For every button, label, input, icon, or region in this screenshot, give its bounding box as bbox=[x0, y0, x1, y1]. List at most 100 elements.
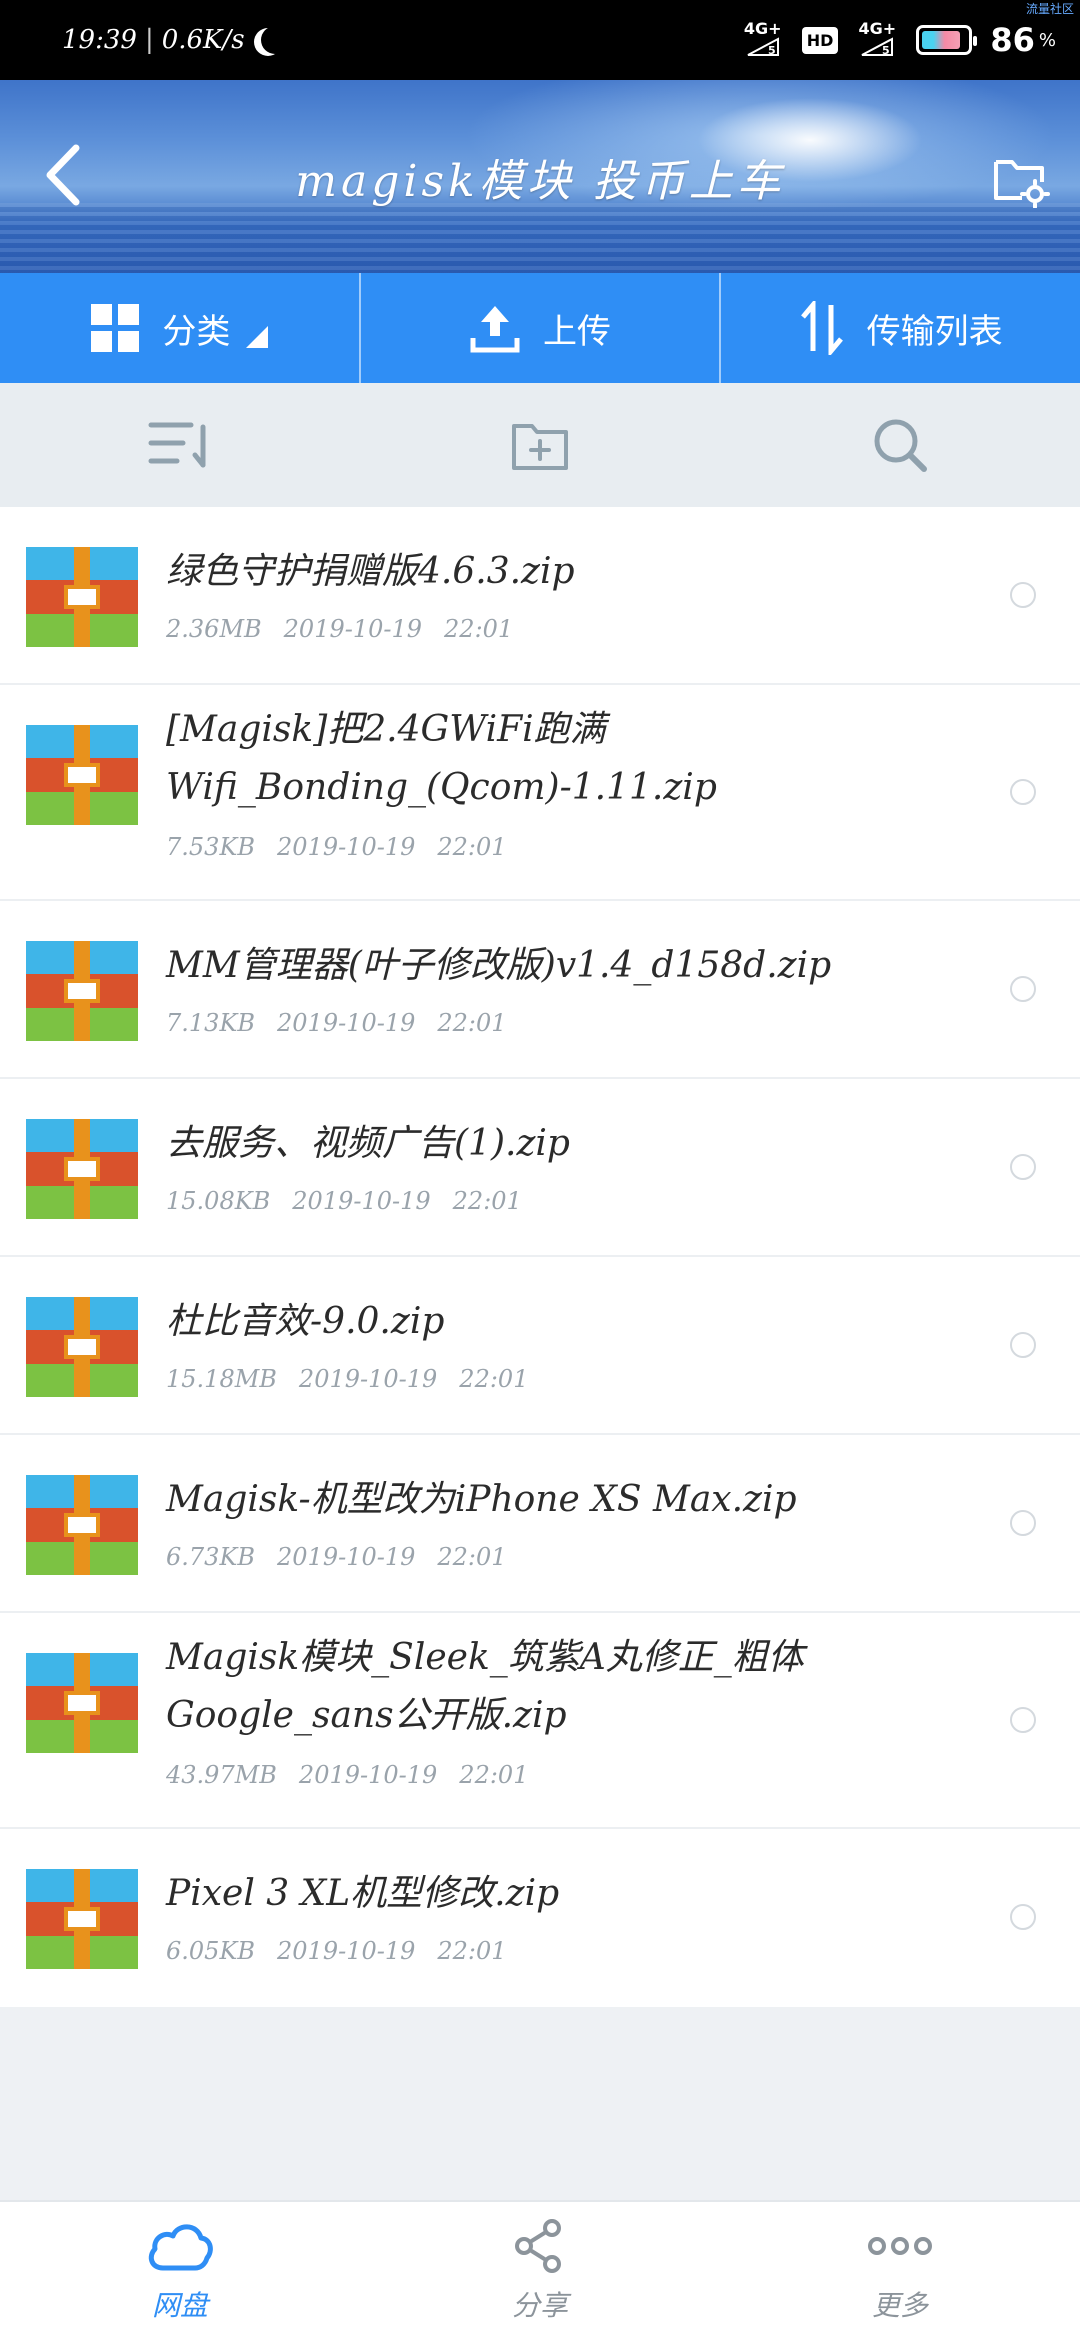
file-time: 22:01 bbox=[459, 1365, 529, 1393]
list-item[interactable]: Pixel 3 XL机型修改.zip 6.05KB 2019-10-19 22:… bbox=[0, 1829, 1080, 2007]
select-radio[interactable] bbox=[1010, 1332, 1036, 1358]
file-time: 22:01 bbox=[437, 1009, 507, 1037]
new-folder-button[interactable] bbox=[360, 383, 720, 507]
file-size: 7.53KB bbox=[166, 833, 256, 861]
corner-watermark: 流量社区 bbox=[1025, 2, 1074, 16]
signal-bars-icon-2: 5 bbox=[861, 36, 894, 57]
file-meta: 7.13KB 2019-10-19 22:01 bbox=[166, 1009, 507, 1037]
signal-4g-icon-2: 4G+ 5 bbox=[856, 18, 898, 60]
category-button[interactable]: 分类 bbox=[0, 273, 359, 383]
zip-archive-icon bbox=[26, 725, 138, 825]
zip-archive-icon bbox=[26, 1119, 138, 1219]
sort-icon bbox=[148, 422, 206, 468]
sort-button[interactable] bbox=[0, 383, 360, 507]
file-size: 15.18MB bbox=[166, 1365, 277, 1393]
file-time: 22:01 bbox=[452, 1187, 522, 1215]
status-time: 19:39 bbox=[62, 25, 137, 55]
file-time: 22:01 bbox=[459, 1761, 529, 1789]
list-item[interactable]: MM管理器(叶子修改版)v1.4_d158d.zip 7.13KB 2019-1… bbox=[0, 901, 1080, 1079]
status-bar: 19:39 | 0.6K/s 4G+ 5 HD 4G+ 5 86 % 流量社区 bbox=[0, 0, 1080, 80]
zip-archive-icon bbox=[26, 1297, 138, 1397]
search-icon bbox=[874, 419, 927, 472]
file-name: [Magisk]把2.4GWiFi跑满Wifi_Bonding_(Qcom)-1… bbox=[166, 709, 717, 808]
folder-settings-icon bbox=[994, 160, 1050, 209]
file-size: 2.36MB bbox=[166, 615, 262, 643]
file-name: Pixel 3 XL机型修改.zip bbox=[166, 1873, 560, 1914]
file-meta: 43.97MB 2019-10-19 22:01 bbox=[166, 1761, 528, 1789]
nav-item-cloud[interactable]: 网盘 bbox=[0, 2202, 360, 2340]
battery-level bbox=[922, 31, 961, 49]
bottom-nav: 网盘 分享 更多 bbox=[0, 2200, 1080, 2340]
file-name: MM管理器(叶子修改版)v1.4_d158d.zip bbox=[166, 945, 832, 986]
file-meta: 6.73KB 2019-10-19 22:01 bbox=[166, 1543, 507, 1571]
file-meta: 7.53KB 2019-10-19 22:01 bbox=[166, 833, 507, 861]
list-item[interactable]: Magisk模块_Sleek_筑紫A丸修正_粗体Google_sans公开版.z… bbox=[0, 1613, 1080, 1829]
cloud-icon bbox=[148, 2224, 213, 2271]
select-radio[interactable] bbox=[1010, 1510, 1036, 1536]
battery-percent-sign: % bbox=[1038, 29, 1056, 51]
file-date: 2019-10-19 bbox=[277, 1543, 416, 1571]
signal-bars-icon: 5 bbox=[747, 36, 779, 57]
select-radio[interactable] bbox=[1010, 1154, 1036, 1180]
list-item[interactable]: [Magisk]把2.4GWiFi跑满Wifi_Bonding_(Qcom)-1… bbox=[0, 685, 1080, 901]
nav-item-more[interactable]: 更多 bbox=[720, 2202, 1080, 2340]
header: magisk模块 投币上车 bbox=[0, 80, 1080, 273]
svg-text:5: 5 bbox=[768, 44, 776, 57]
signal-4g-label: 4G+ bbox=[743, 18, 782, 38]
zip-archive-icon bbox=[26, 1475, 138, 1575]
folder-settings-button[interactable] bbox=[990, 148, 1050, 209]
file-name: 去服务、视频广告(1).zip bbox=[166, 1123, 570, 1164]
file-meta: 2.36MB 2019-10-19 22:01 bbox=[166, 615, 513, 643]
file-size: 7.13KB bbox=[166, 1009, 256, 1037]
action-bar: 分类 上传 传输列表 bbox=[0, 273, 1080, 383]
file-list: 绿色守护捐赠版4.6.3.zip 2.36MB 2019-10-19 22:01… bbox=[0, 507, 1080, 2007]
nav-label-more: 更多 bbox=[871, 2289, 928, 2322]
list-item[interactable]: 绿色守护捐赠版4.6.3.zip 2.36MB 2019-10-19 22:01 bbox=[0, 507, 1080, 685]
file-meta: 6.05KB 2019-10-19 22:01 bbox=[166, 1937, 507, 1965]
dropdown-triangle-icon bbox=[246, 326, 269, 348]
file-time: 22:01 bbox=[437, 1543, 507, 1571]
file-name: Magisk-机型改为iPhone XS Max.zip bbox=[166, 1479, 797, 1520]
signal-4g-icon: 4G+ 5 bbox=[742, 18, 784, 60]
select-radio[interactable] bbox=[1010, 1904, 1036, 1930]
signal-4g-label-2: 4G+ bbox=[858, 18, 897, 38]
file-name: Magisk模块_Sleek_筑紫A丸修正_粗体Google_sans公开版.z… bbox=[166, 1637, 804, 1736]
page-title: magisk模块 投币上车 bbox=[295, 155, 785, 207]
select-radio[interactable] bbox=[1010, 1707, 1036, 1733]
status-right: 4G+ 5 HD 4G+ 5 86 % bbox=[742, 0, 1056, 80]
file-size: 6.73KB bbox=[166, 1543, 256, 1571]
file-meta: 15.18MB 2019-10-19 22:01 bbox=[166, 1365, 528, 1393]
file-date: 2019-10-19 bbox=[277, 1009, 416, 1037]
select-radio[interactable] bbox=[1010, 582, 1036, 608]
file-date: 2019-10-19 bbox=[298, 1761, 438, 1789]
nav-item-share[interactable]: 分享 bbox=[360, 2202, 720, 2340]
search-button[interactable] bbox=[720, 383, 1080, 507]
file-date: 2019-10-19 bbox=[277, 833, 416, 861]
file-name: 绿色守护捐赠版4.6.3.zip bbox=[166, 551, 575, 592]
zip-archive-icon bbox=[26, 1869, 138, 1969]
upload-button[interactable]: 上传 bbox=[358, 273, 720, 383]
file-date: 2019-10-19 bbox=[298, 1365, 438, 1393]
zip-archive-icon bbox=[26, 941, 138, 1041]
status-network-speed: 0.6K/s bbox=[161, 25, 245, 55]
grid-icon bbox=[91, 304, 140, 352]
status-left: 19:39 | 0.6K/s bbox=[62, 0, 281, 80]
transfer-list-label: 传输列表 bbox=[866, 311, 1003, 352]
file-time: 22:01 bbox=[444, 615, 514, 643]
list-item[interactable]: 杜比音效-9.0.zip 15.18MB 2019-10-19 22:01 bbox=[0, 1257, 1080, 1435]
file-size: 15.08KB bbox=[166, 1187, 271, 1215]
file-date: 2019-10-19 bbox=[277, 1937, 416, 1965]
share-icon bbox=[515, 2219, 561, 2273]
list-item[interactable]: Magisk-机型改为iPhone XS Max.zip 6.73KB 2019… bbox=[0, 1435, 1080, 1613]
transfer-list-button[interactable]: 传输列表 bbox=[719, 273, 1080, 383]
battery-percentage: 86 bbox=[990, 21, 1035, 59]
file-name: 杜比音效-9.0.zip bbox=[166, 1301, 445, 1342]
nav-label-cloud: 网盘 bbox=[151, 2289, 208, 2322]
file-date: 2019-10-19 bbox=[292, 1187, 431, 1215]
battery-icon bbox=[916, 25, 978, 55]
select-radio[interactable] bbox=[1010, 976, 1036, 1002]
list-item[interactable]: 去服务、视频广告(1).zip 15.08KB 2019-10-19 22:01 bbox=[0, 1079, 1080, 1257]
svg-text:5: 5 bbox=[882, 44, 890, 57]
select-radio[interactable] bbox=[1010, 779, 1036, 805]
upload-label: 上传 bbox=[543, 311, 611, 352]
